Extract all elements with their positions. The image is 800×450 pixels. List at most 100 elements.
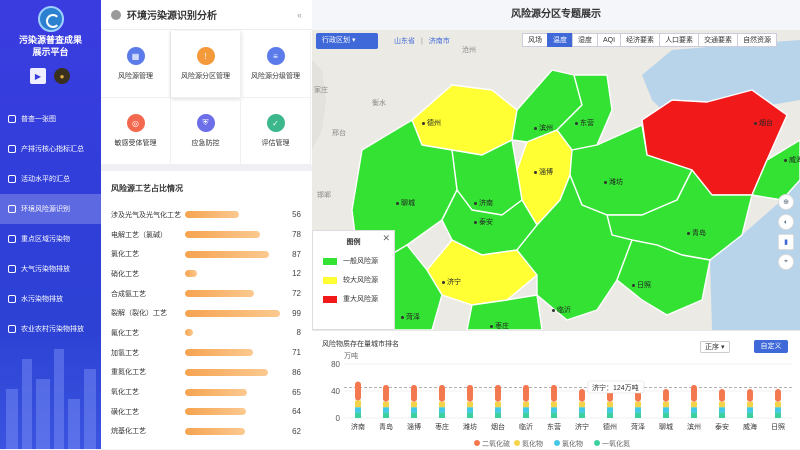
toggle-icon[interactable]: ◐: [778, 214, 794, 230]
outside-region-label: 邢台: [332, 130, 346, 137]
bar-segment: [663, 407, 669, 413]
process-value: 12: [292, 269, 301, 279]
process-bar: [185, 427, 281, 435]
process-value: 72: [292, 289, 301, 299]
tile-1[interactable]: ! 风险源分区管理: [171, 31, 241, 98]
city-label[interactable]: 东营: [575, 118, 594, 128]
tile-label: 评估管理: [261, 140, 290, 147]
city-label[interactable]: 滨州: [534, 123, 553, 133]
city-label[interactable]: 青岛: [687, 228, 706, 238]
bar-segment: [607, 407, 613, 413]
x-tick-label: 滨州: [687, 422, 701, 431]
city-label[interactable]: 潍坊: [604, 177, 623, 187]
tile-5[interactable]: ✓ 评估管理: [241, 98, 311, 165]
bar-segment: [439, 401, 445, 408]
function-tiles: ▦ 风险源管理! 风险源分区管理 ≡ 风险源分级管理 ◎ 敏感受体管理 ⛨ 应急防控 ✓ 评估管理: [101, 31, 312, 165]
city-label[interactable]: 淄博: [534, 167, 553, 177]
city-label-text: 淄博: [539, 169, 553, 176]
city-label[interactable]: 日照: [632, 280, 651, 290]
bar-segment: [467, 384, 473, 402]
nav-item-label: 活动水平的汇总: [21, 176, 70, 183]
process-bar-fill: [185, 270, 197, 278]
sidebar-item-5[interactable]: 大气污染物排放: [0, 254, 101, 284]
bar-segment: [467, 401, 473, 408]
sidebar-item-4[interactable]: 重点区域污染物: [0, 224, 101, 254]
region-select-label: 行政区划: [322, 37, 350, 44]
breadcrumb-province[interactable]: 山东省: [394, 38, 415, 45]
city-label[interactable]: 泰安: [474, 217, 493, 227]
bar-segment: [523, 384, 529, 402]
city-label[interactable]: 济南: [474, 198, 493, 208]
tab-4[interactable]: 经济要素: [620, 33, 661, 47]
tile-label: 风险源分区管理: [181, 73, 230, 80]
risk-map[interactable]: 行政区划 ▾ 山东省 | 济南市 风场 温度 湿度 AQI 经济要素 人口要素 交通要素 自然…: [312, 30, 800, 330]
warning-icon: !: [196, 47, 215, 65]
tile-0[interactable]: ▦ 风险源管理: [101, 31, 171, 98]
city-label-text: 济南: [479, 200, 493, 207]
bar-segment: [495, 401, 501, 408]
process-bar: [185, 250, 281, 258]
nav-item-label: 产排污核心指标汇总: [21, 146, 84, 153]
city-label[interactable]: 枣庄: [490, 321, 509, 330]
tab-1[interactable]: 温度: [547, 33, 573, 47]
tile-label: 风险源管理: [118, 73, 153, 80]
sidebar: 污染源普查成果 展示平台 ▶ ● 普查一张图 产排污核心指标汇总 活动水平的汇总 环境…: [0, 0, 101, 449]
tab-7[interactable]: 自然资源: [737, 33, 778, 47]
sidebar-item-1[interactable]: 产排污核心指标汇总: [0, 134, 101, 164]
tab-3[interactable]: AQI: [597, 33, 622, 47]
nav-item-label: 大气污染物排放: [21, 266, 70, 273]
city-label[interactable]: 济宁: [442, 277, 461, 287]
nav-item-label: 重点区域污染物: [21, 236, 70, 243]
city-label[interactable]: 菏泽: [401, 312, 420, 322]
tab-6[interactable]: 交通要素: [698, 33, 739, 47]
bar-segment: [355, 407, 361, 413]
platform-title-line2: 展示平台: [32, 47, 69, 57]
sidebar-item-3[interactable]: 环境风险源识别: [0, 194, 101, 224]
breadcrumb-separator: |: [420, 38, 423, 45]
process-label: 硝化工艺: [111, 270, 139, 278]
bar-chart-icon[interactable]: ▮: [778, 234, 794, 250]
process-bar: [185, 309, 281, 317]
sidebar-item-6[interactable]: 水污染物排放: [0, 284, 101, 314]
bar-segment: [439, 407, 445, 413]
tab-0[interactable]: 风场: [522, 33, 548, 47]
bar-segment: [495, 412, 501, 418]
process-bar-fill: [185, 408, 247, 416]
y-tick-label: 40: [331, 387, 340, 396]
tile-label: 风险源分级管理: [251, 73, 300, 80]
city-label[interactable]: 聊城: [396, 198, 415, 208]
city-label[interactable]: 威海: [784, 155, 800, 165]
shield-icon: ⛨: [196, 114, 215, 132]
sidebar-item-0[interactable]: 普查一张图: [0, 104, 101, 134]
bar-segment: [551, 384, 557, 402]
tile-3[interactable]: ◎ 敏感受体管理: [101, 98, 171, 165]
legend-swatch: [323, 295, 337, 303]
city-label[interactable]: 临沂: [552, 305, 571, 315]
bar-segment: [523, 412, 529, 418]
tab-2[interactable]: 湿度: [572, 33, 598, 47]
tile-2[interactable]: ≡ 风险源分级管理: [241, 31, 311, 98]
zoom-icon[interactable]: ⊕: [778, 194, 794, 210]
nav-item-icon: [8, 145, 16, 153]
process-bar-fill: [185, 368, 268, 376]
bar-segment: [719, 407, 725, 413]
process-label: 涉及光气及光气化工艺: [111, 211, 181, 219]
nav-item-icon: [8, 175, 16, 183]
bar-segment: [355, 400, 361, 408]
region-select[interactable]: 行政区划 ▾: [316, 33, 378, 49]
process-label: 氯化工艺: [111, 251, 139, 259]
close-icon[interactable]: ✕: [382, 233, 390, 244]
locate-icon[interactable]: ⌖: [778, 254, 794, 270]
bar-segment: [691, 401, 697, 408]
collapse-icon[interactable]: «: [297, 10, 302, 20]
tab-5[interactable]: 人口要素: [659, 33, 700, 47]
city-label[interactable]: 德州: [422, 118, 441, 128]
tile-4[interactable]: ⛨ 应急防控: [171, 98, 241, 165]
city-label[interactable]: 烟台: [754, 118, 773, 128]
user-avatar-icon[interactable]: ●: [54, 68, 70, 84]
play-icon[interactable]: ▶: [30, 68, 46, 84]
process-row: 硝化工艺 12: [111, 264, 301, 284]
bar-segment: [663, 388, 669, 402]
sidebar-item-2[interactable]: 活动水平的汇总: [0, 164, 101, 194]
breadcrumb-city[interactable]: 济南市: [429, 38, 450, 45]
